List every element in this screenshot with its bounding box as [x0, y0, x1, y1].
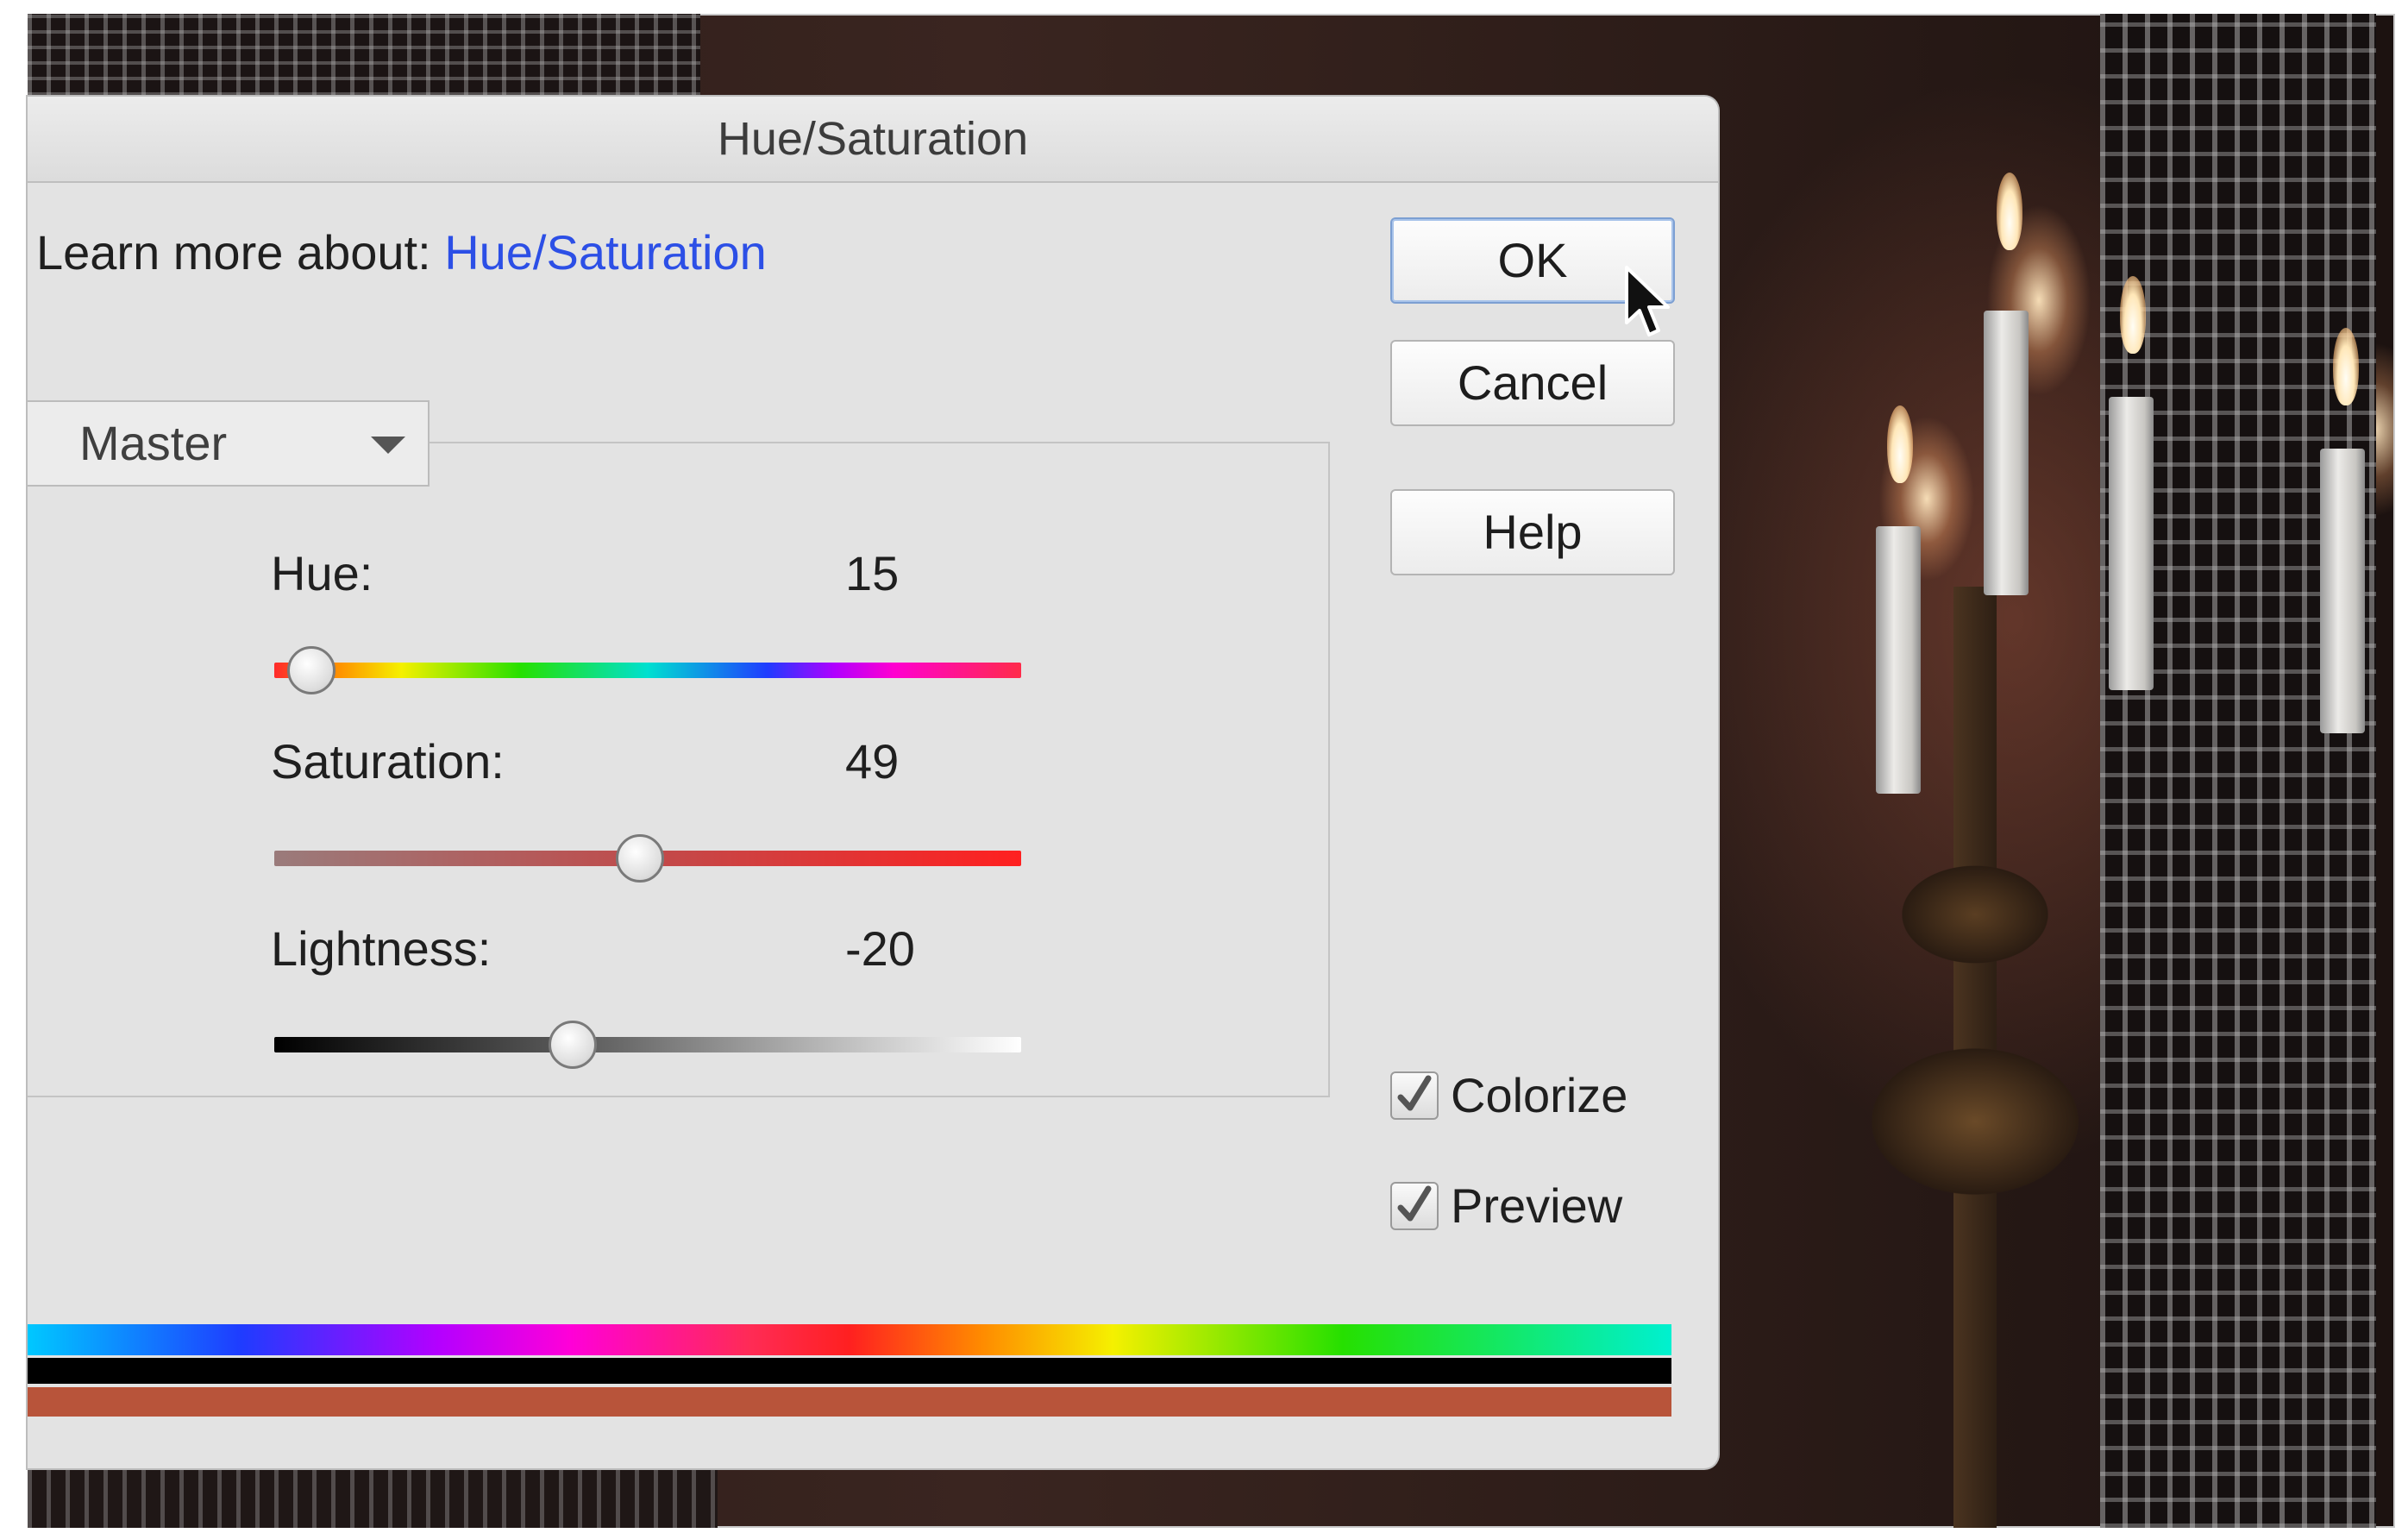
background-candle [2320, 449, 2365, 733]
preview-label[interactable]: Preview [1451, 1178, 1622, 1234]
background-flame [1997, 173, 2022, 250]
saturation-label: Saturation: [271, 734, 505, 788]
chevron-down-icon [371, 437, 405, 454]
lightness-label: Lightness: [271, 921, 492, 976]
color-bar-divider [28, 1358, 1671, 1384]
adjustment-group [28, 442, 1330, 1097]
background-candelabra [1759, 587, 2208, 1528]
channel-select[interactable]: Master [28, 400, 430, 487]
hue-slider-thumb[interactable] [287, 646, 336, 694]
preview-checkbox[interactable] [1390, 1182, 1439, 1230]
help-button[interactable]: Help [1390, 489, 1675, 575]
hue-label: Hue: [271, 546, 373, 600]
background-flame [2120, 276, 2146, 354]
dialog-title: Hue/Saturation [28, 97, 1718, 183]
background-flame [2333, 328, 2359, 405]
background-flame [1887, 405, 1913, 483]
saturation-slider-thumb[interactable] [616, 834, 665, 883]
background-candle [2109, 397, 2154, 690]
lightness-value[interactable]: -20 [845, 920, 915, 977]
background-candle [1876, 526, 1921, 794]
checkmark-icon [1397, 1185, 1432, 1222]
background-lattice-bottom [28, 1462, 718, 1528]
lightness-slider-track[interactable] [274, 1037, 1021, 1052]
background-lattice-top [28, 14, 700, 96]
channel-select-value: Master [79, 416, 228, 470]
hue-saturation-dialog: Hue/Saturation Learn more about: Hue/Sat… [28, 97, 1718, 1468]
result-color-bar [28, 1387, 1671, 1417]
colorize-checkbox[interactable] [1390, 1071, 1439, 1120]
colorize-label[interactable]: Colorize [1451, 1067, 1627, 1123]
learn-more-prefix: Learn more about: [36, 225, 431, 280]
learn-more-text: Learn more about: Hue/Saturation [36, 224, 767, 280]
saturation-value[interactable]: 49 [845, 733, 899, 789]
checkmark-icon [1397, 1075, 1432, 1111]
lightness-slider-thumb[interactable] [549, 1021, 598, 1069]
arrow-cursor-icon [1625, 266, 1670, 336]
learn-more-link[interactable]: Hue/Saturation [444, 225, 767, 280]
cancel-button[interactable]: Cancel [1390, 340, 1675, 426]
hue-slider-track[interactable] [274, 663, 1021, 678]
hue-value[interactable]: 15 [845, 545, 899, 601]
background-candle [1984, 311, 2029, 595]
input-color-spectrum-bar [28, 1324, 1671, 1355]
